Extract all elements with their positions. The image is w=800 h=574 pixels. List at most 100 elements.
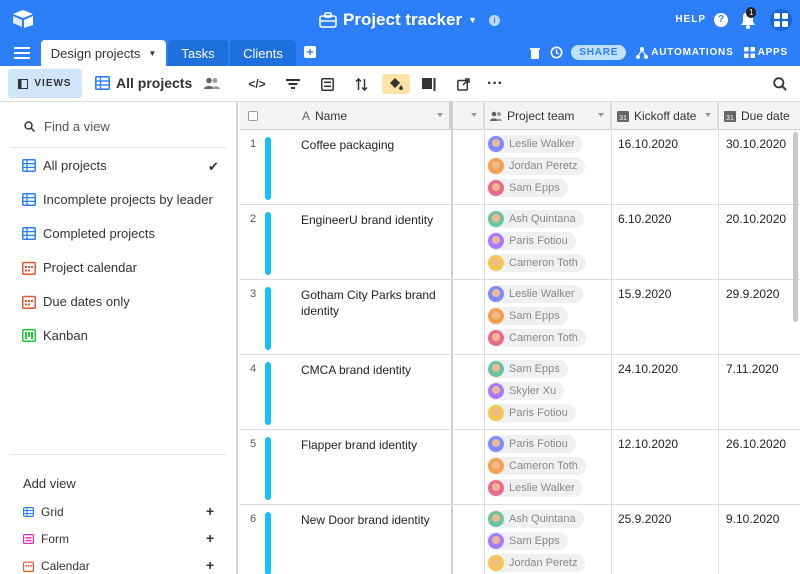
- collaborators-icon[interactable]: [204, 77, 221, 89]
- project-name-cell[interactable]: New Door brand identity: [301, 512, 451, 528]
- chevron-down-icon[interactable]: [705, 113, 711, 117]
- collaborator-chip[interactable]: Paris Fotiou: [487, 232, 576, 250]
- project-name-cell[interactable]: EngineerU brand identity: [301, 212, 451, 228]
- due-date-cell[interactable]: 9.10.2020: [726, 512, 779, 526]
- add-calendar-view[interactable]: Calendar: [23, 559, 90, 573]
- current-view[interactable]: All projects: [95, 75, 221, 91]
- collaborator-chip[interactable]: Paris Fotiou: [487, 435, 576, 453]
- collaborator-chip[interactable]: Cameron Toth: [487, 329, 586, 347]
- project-team-cell[interactable]: Paris Fotiou Cameron Toth Leslie Walker: [487, 435, 586, 501]
- airtable-logo-icon[interactable]: [12, 9, 34, 29]
- collaborator-chip[interactable]: Paris Fotiou: [487, 404, 576, 422]
- row-height-icon[interactable]: [418, 74, 440, 94]
- account-apps-icon[interactable]: [770, 8, 792, 31]
- collaborator-chip[interactable]: Ash Quintana: [487, 510, 584, 528]
- due-date-cell[interactable]: 30.10.2020: [726, 137, 786, 151]
- chevron-down-icon[interactable]: ▼: [148, 49, 156, 58]
- due-date-cell[interactable]: 20.10.2020: [726, 212, 786, 226]
- group-icon[interactable]: [316, 74, 338, 94]
- help-link[interactable]: HELP: [675, 14, 706, 25]
- table-row[interactable]: 2 EngineerU brand identity Ash Quintana Par…: [240, 205, 800, 280]
- collaborator-chip[interactable]: Leslie Walker: [487, 479, 583, 497]
- chevron-down-icon[interactable]: [471, 113, 477, 117]
- project-name-cell[interactable]: Coffee packaging: [301, 137, 451, 153]
- project-name-cell[interactable]: Gotham City Parks brand identity: [301, 287, 451, 319]
- kickoff-date-cell[interactable]: 12.10.2020: [618, 437, 678, 451]
- notifications-bell-icon[interactable]: 1: [740, 6, 757, 29]
- filter-icon[interactable]: [282, 74, 304, 94]
- more-options-icon[interactable]: ···: [484, 74, 506, 94]
- collaborator-chip[interactable]: Sam Epps: [487, 179, 568, 197]
- tab-tasks[interactable]: Tasks: [168, 40, 228, 66]
- share-view-icon[interactable]: [452, 74, 474, 94]
- project-team-cell[interactable]: Leslie Walker Jordan Peretz Sam Epps: [487, 135, 586, 201]
- sidebar-view-due-dates-only[interactable]: Due dates only: [22, 294, 130, 309]
- due-date-cell[interactable]: 7.11.2020: [726, 362, 779, 376]
- sidebar-view-incomplete-projects[interactable]: Incomplete projects by leader: [22, 192, 213, 207]
- kickoff-date-cell[interactable]: 24.10.2020: [618, 362, 678, 376]
- collaborator-chip[interactable]: Cameron Toth: [487, 457, 586, 475]
- chevron-down-icon[interactable]: [437, 113, 443, 117]
- search-icon[interactable]: [769, 74, 791, 94]
- project-team-cell[interactable]: Sam Epps Skyler Xu Paris Fotiou: [487, 360, 576, 426]
- menu-icon[interactable]: [14, 47, 30, 59]
- apps-button[interactable]: APPS: [758, 47, 788, 58]
- kickoff-date-cell[interactable]: 25.9.2020: [618, 512, 671, 526]
- column-header-project-team[interactable]: Project team: [484, 102, 611, 130]
- column-header-due-date[interactable]: 31 Due date: [718, 102, 800, 130]
- kickoff-date-cell[interactable]: 6.10.2020: [618, 212, 671, 226]
- table-row[interactable]: 3 Gotham City Parks brand identity Leslie …: [240, 280, 800, 355]
- hide-fields-icon[interactable]: </>: [246, 74, 268, 94]
- views-toggle-button[interactable]: VIEWS: [8, 69, 82, 98]
- sidebar-view-completed-projects[interactable]: Completed projects: [22, 226, 155, 241]
- collaborator-chip[interactable]: Leslie Walker: [487, 285, 583, 303]
- add-table-icon[interactable]: +: [304, 46, 316, 58]
- tab-clients[interactable]: Clients: [230, 40, 296, 66]
- add-calendar-plus-icon[interactable]: +: [206, 557, 214, 573]
- trash-icon[interactable]: [530, 47, 541, 59]
- table-row[interactable]: 4 CMCA brand identity Sam Epps Skyler Xu Par…: [240, 355, 800, 430]
- table-row[interactable]: 5 Flapper brand identity Paris Fotiou Camer…: [240, 430, 800, 505]
- collaborator-chip[interactable]: Sam Epps: [487, 532, 568, 550]
- collaborator-chip[interactable]: Jordan Peretz: [487, 554, 586, 572]
- share-button[interactable]: SHARE: [571, 45, 627, 60]
- color-bucket-icon[interactable]: [382, 74, 410, 94]
- sidebar-view-project-calendar[interactable]: Project calendar: [22, 260, 137, 275]
- collaborator-chip[interactable]: Sam Epps: [487, 360, 568, 378]
- table-row[interactable]: 6 New Door brand identity Ash Quintana Sam …: [240, 505, 800, 574]
- add-grid-plus-icon[interactable]: +: [206, 503, 214, 519]
- project-team-cell[interactable]: Leslie Walker Sam Epps Cameron Toth: [487, 285, 586, 351]
- collaborator-chip[interactable]: Leslie Walker: [487, 135, 583, 153]
- history-icon[interactable]: [550, 46, 563, 59]
- collaborator-chip[interactable]: Jordan Peretz: [487, 157, 586, 175]
- chevron-down-icon[interactable]: ▼: [468, 15, 477, 25]
- project-team-cell[interactable]: Ash Quintana Sam Epps Jordan Peretz: [487, 510, 586, 574]
- kickoff-date-cell[interactable]: 16.10.2020: [618, 137, 678, 151]
- find-view-input[interactable]: Find a view: [24, 119, 110, 134]
- collaborator-chip[interactable]: Ash Quintana: [487, 210, 584, 228]
- column-header-blank[interactable]: [453, 102, 484, 130]
- vertical-scrollbar[interactable]: [793, 132, 798, 322]
- due-date-cell[interactable]: 29.9.2020: [726, 287, 779, 301]
- due-date-cell[interactable]: 26.10.2020: [726, 437, 786, 451]
- add-form-view[interactable]: Form: [23, 532, 69, 546]
- project-team-cell[interactable]: Ash Quintana Paris Fotiou Cameron Toth: [487, 210, 586, 276]
- column-header-kickoff-date[interactable]: 31 Kickoff date: [611, 102, 718, 130]
- add-grid-view[interactable]: Grid: [23, 505, 64, 519]
- collaborator-chip[interactable]: Skyler Xu: [487, 382, 565, 400]
- add-form-plus-icon[interactable]: +: [206, 530, 214, 546]
- tab-design-projects[interactable]: Design projects ▼: [41, 40, 166, 66]
- info-icon[interactable]: i: [489, 14, 500, 26]
- chevron-down-icon[interactable]: [598, 113, 604, 117]
- collaborator-chip[interactable]: Sam Epps: [487, 307, 568, 325]
- base-title[interactable]: Project tracker ▼ i: [319, 8, 500, 32]
- column-header-name[interactable]: A Name: [288, 102, 451, 130]
- kickoff-date-cell[interactable]: 15.9.2020: [618, 287, 671, 301]
- sidebar-view-kanban[interactable]: Kanban: [22, 328, 88, 343]
- project-name-cell[interactable]: CMCA brand identity: [301, 362, 451, 378]
- collaborator-chip[interactable]: Cameron Toth: [487, 254, 586, 272]
- table-row[interactable]: 1 Coffee packaging Leslie Walker Jordan Per…: [240, 130, 800, 205]
- automations-button[interactable]: AUTOMATIONS: [651, 47, 733, 58]
- sidebar-view-all-projects[interactable]: All projects: [22, 158, 107, 173]
- sort-icon[interactable]: [350, 74, 372, 94]
